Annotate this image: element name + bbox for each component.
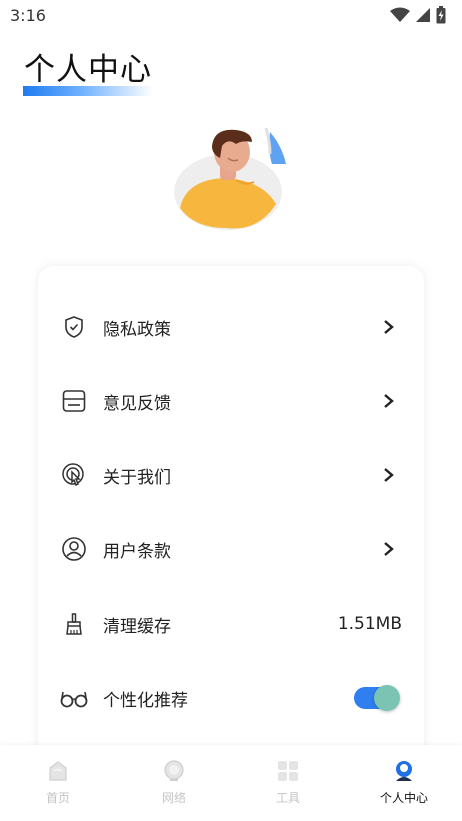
page-title: 个人中心 bbox=[24, 52, 152, 88]
tab-home[interactable]: 首页 bbox=[18, 759, 98, 815]
title-underline bbox=[23, 86, 153, 96]
globe-icon bbox=[164, 760, 184, 781]
status-time: 3:16 bbox=[10, 6, 46, 25]
feedback-icon bbox=[60, 387, 88, 415]
shield-check-icon bbox=[60, 313, 88, 341]
personalized-recommendation-toggle[interactable] bbox=[354, 685, 400, 711]
wifi-icon bbox=[390, 7, 410, 22]
chevron-right-icon bbox=[382, 318, 400, 336]
chevron-right-icon bbox=[382, 466, 400, 484]
menu-item-label: 清理缓存 bbox=[103, 616, 171, 637]
cache-size-value: 1.51MB bbox=[337, 614, 402, 634]
grid-icon bbox=[278, 761, 298, 781]
menu-item-label: 个性化推荐 bbox=[103, 690, 188, 711]
home-icon bbox=[49, 761, 67, 781]
menu-item-personalized-recommendation: 个性化推荐 bbox=[38, 661, 424, 735]
broom-icon bbox=[60, 610, 88, 638]
user-circle-icon bbox=[60, 535, 88, 563]
menu-item-feedback[interactable]: 意见反馈 bbox=[38, 364, 424, 438]
tab-label: 网络 bbox=[161, 791, 186, 805]
tab-tools[interactable]: 工具 bbox=[248, 759, 328, 815]
avatar[interactable] bbox=[166, 124, 290, 234]
signal-icon bbox=[416, 8, 430, 22]
user-avatar-illustration bbox=[174, 127, 286, 230]
menu-item-privacy-policy[interactable]: 隐私政策 bbox=[38, 290, 424, 364]
tab-network[interactable]: 网络 bbox=[134, 759, 214, 815]
profile-icon bbox=[396, 761, 412, 781]
tab-label: 个人中心 bbox=[379, 791, 428, 805]
menu-item-label: 用户条款 bbox=[103, 541, 171, 562]
tab-profile[interactable]: 个人中心 bbox=[364, 759, 444, 815]
toggle-knob bbox=[374, 685, 400, 711]
glasses-icon bbox=[60, 684, 88, 712]
menu-item-user-terms[interactable]: 用户条款 bbox=[38, 512, 424, 586]
status-bar: 3:16 bbox=[0, 0, 462, 30]
menu-item-clear-cache[interactable]: 清理缓存 1.51MB bbox=[38, 587, 424, 661]
chevron-right-icon bbox=[382, 392, 400, 410]
menu-item-about-us[interactable]: 关于我们 bbox=[38, 438, 424, 512]
status-icons bbox=[390, 6, 446, 24]
settings-menu-card: 隐私政策 意见反馈 关于我们 用户条款 清理缓存 1.51MB 个性化推荐 bbox=[38, 266, 424, 766]
menu-item-label: 隐私政策 bbox=[103, 319, 171, 340]
tab-label: 工具 bbox=[275, 791, 300, 805]
bottom-navigation: 首页 网络 工具 个人中心 bbox=[0, 745, 462, 821]
menu-item-label: 关于我们 bbox=[103, 467, 171, 488]
battery-charging-icon bbox=[436, 6, 446, 24]
touch-icon bbox=[60, 461, 88, 489]
chevron-right-icon bbox=[382, 540, 400, 558]
tab-label: 首页 bbox=[45, 791, 70, 805]
menu-item-label: 意见反馈 bbox=[103, 393, 171, 414]
